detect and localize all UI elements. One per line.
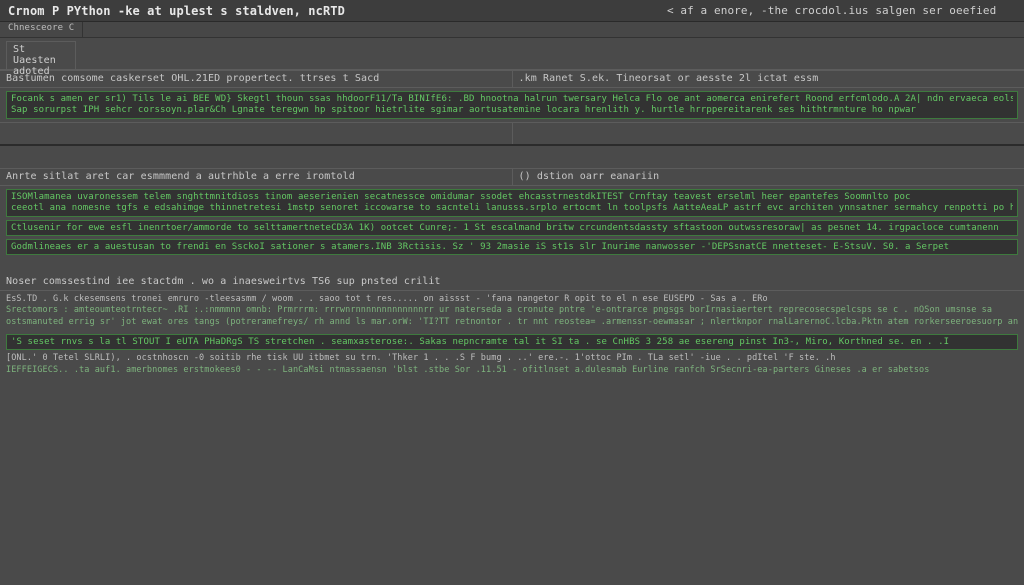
log-line-1: EsS.TD . G.k ckesemsens tronei emruro -t… (6, 294, 1018, 305)
code-block-1-line1: Focank s amen er sr1) Tils le ai BEE WD}… (11, 94, 1013, 105)
spacer-2 (0, 258, 1024, 272)
tab-strip: Chnesceore C (0, 22, 1024, 38)
section-2-header-row: Anrte sitlat aret car esmmmend a autrhbl… (0, 168, 1024, 186)
sub-tab-1[interactable]: St Uaesten adoted (6, 41, 76, 69)
title-bar-subtitle: < af a enore, -the crocdol.ius salgen se… (667, 4, 996, 17)
log-body-2[interactable]: [ONL.' 0 Tetel SLRLI), . ocstnhoscn -0 s… (6, 353, 1018, 376)
code-block-1[interactable]: Focank s amen er sr1) Tils le ai BEE WD}… (6, 91, 1018, 119)
section-2-header-right: () dstion oarr eanariin (513, 169, 1024, 185)
log-body[interactable]: EsS.TD . G.k ckesemsens tronei emruro -t… (6, 294, 1018, 328)
section-1-header-right: .km Ranet S.ek. Tineorsat or aesste 2l i… (513, 71, 1024, 87)
code-block-4-line1: Godmlineaes er a auestusan to frendi en … (11, 242, 1013, 253)
empty-col-right (513, 123, 1024, 144)
empty-two-col-row (0, 122, 1024, 146)
log-line-5: [ONL.' 0 Tetel SLRLI), . ocstnhoscn -0 s… (6, 353, 1018, 364)
section-3-header: Noser comssestind iee stactdm . wo a ina… (0, 272, 1024, 291)
section-1-header-row: Bastumen comsome caskerset OHL.21ED prop… (0, 70, 1024, 88)
spacer-1 (0, 146, 1024, 168)
app-title: Crnom P PYthon -ke at uplest s staldven,… (8, 4, 345, 18)
code-block-2[interactable]: ISOMlamanea uvaronessem telem snghttmnit… (6, 189, 1018, 217)
sub-tab-1-line1: St (13, 44, 69, 55)
log-line-6: IEFFEIGECS.. .ta auf1. amerbnomes erstmo… (6, 365, 1018, 376)
section-1-header-left: Bastumen comsome caskerset OHL.21ED prop… (0, 71, 513, 87)
sub-tab-row: St Uaesten adoted (0, 38, 1024, 70)
code-block-1-line2: Sap sorurpst IPH sehcr corssoyn.plar&Ch … (11, 105, 1013, 116)
code-block-3-line1: Ctlusenir for ewe esfl inenrtoer/ammorde… (11, 223, 1013, 234)
code-block-3[interactable]: Ctlusenir for ewe esfl inenrtoer/ammorde… (6, 220, 1018, 236)
code-block-5-line1: 'S seset rnvs s la tl STOUT I eUTA PHaDR… (11, 337, 1013, 348)
code-block-2-line2: ceeotl ana nomesne tgfs e edsahimge thin… (11, 203, 1013, 214)
code-block-2-line1: ISOMlamanea uvaronessem telem snghttmnit… (11, 192, 1013, 203)
empty-col-left (0, 123, 513, 144)
code-block-4[interactable]: Godmlineaes er a auestusan to frendi en … (6, 239, 1018, 255)
code-block-5[interactable]: 'S seset rnvs s la tl STOUT I eUTA PHaDR… (6, 334, 1018, 350)
log-line-2: Srectomors : amteoumteotrntecr~ .RI :.:n… (6, 305, 1018, 316)
section-2-header-left: Anrte sitlat aret car esmmmend a autrhbl… (0, 169, 513, 185)
title-bar: Crnom P PYthon -ke at uplest s staldven,… (0, 0, 1024, 22)
log-line-3: ostsmanuted errig sr' jot ewat ores tang… (6, 317, 1018, 328)
tab-primary[interactable]: Chnesceore C (0, 22, 83, 37)
